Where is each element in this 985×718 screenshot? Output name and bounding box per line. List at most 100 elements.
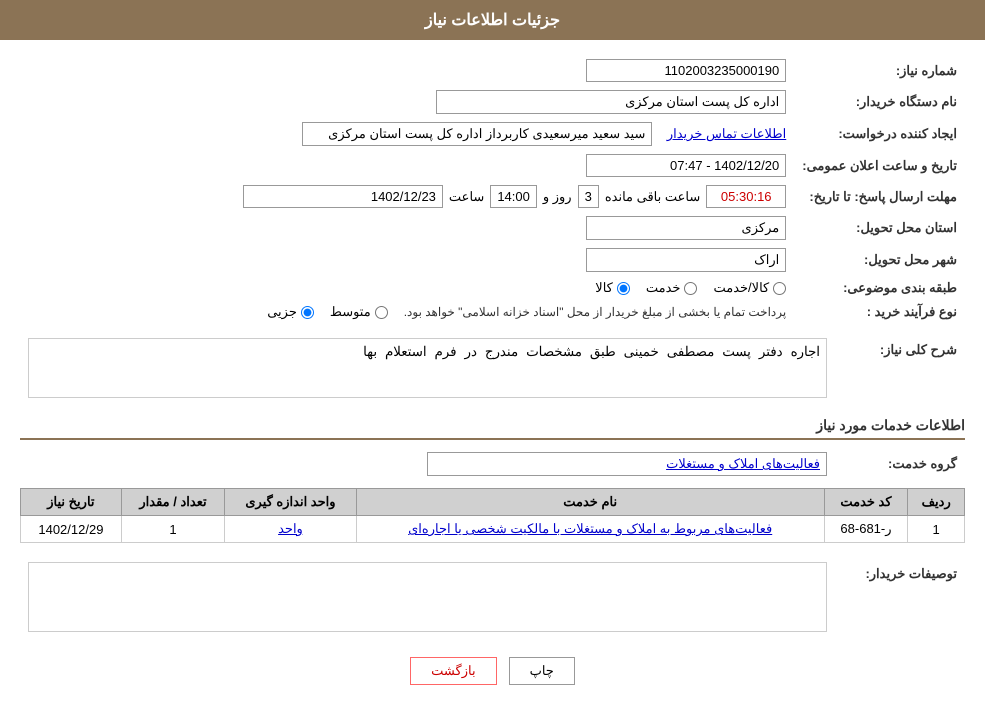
category-option-goods[interactable]: کالا — [595, 280, 630, 296]
page-header: جزئیات اطلاعات نیاز — [0, 0, 985, 40]
buyer-notes-value-cell — [20, 558, 835, 639]
buyer-org-row: نام دستگاه خریدار: اداره کل پست استان مر… — [20, 86, 965, 118]
buyer-org-input[interactable]: اداره کل پست استان مرکزی — [436, 90, 786, 114]
purchase-type-text: پرداخت تمام یا بخشی از مبلغ خریدار از مح… — [404, 305, 787, 319]
purchase-label-minor: جزیی — [267, 304, 297, 320]
category-row: طبقه بندی موضوعی: کالا/خدمت خدمت — [20, 276, 965, 300]
deadline-remaining-label: ساعت باقی مانده — [605, 189, 700, 205]
category-label-service: خدمت — [646, 280, 681, 296]
services-table-body: 1 ر-681-68 فعالیت‌های مربوط به املاک و م… — [21, 516, 965, 543]
description-label: شرح کلی نیاز: — [835, 334, 965, 405]
deadline-remaining-input: 05:30:16 — [706, 185, 786, 208]
group-service-row: گروه خدمت: فعالیت‌های املاک و مستغلات — [20, 448, 965, 480]
back-button[interactable]: بازگشت — [410, 657, 496, 685]
category-label-goods: کالا — [595, 280, 613, 296]
city-label: شهر محل تحویل: — [794, 244, 965, 276]
col-service-name: نام خدمت — [356, 489, 824, 516]
category-option-service-goods[interactable]: کالا/خدمت — [713, 280, 786, 296]
group-service-label: گروه خدمت: — [835, 448, 965, 480]
services-section-title: اطلاعات خدمات مورد نیاز — [20, 417, 965, 440]
cell-unit: واحد — [225, 516, 357, 543]
cell-service-name: فعالیت‌های مربوط به املاک و مستغلات با م… — [356, 516, 824, 543]
purchase-radio-minor[interactable] — [301, 306, 314, 319]
province-input[interactable]: مرکزی — [586, 216, 786, 240]
deadline-days-label: روز و — [543, 189, 572, 205]
need-number-label: شماره نیاز: — [794, 55, 965, 86]
announcement-row: تاریخ و ساعت اعلان عمومی: 1402/12/20 - 0… — [20, 150, 965, 181]
announcement-label: تاریخ و ساعت اعلان عمومی: — [794, 150, 965, 181]
description-value-cell: اجاره دفتر پست مصطفی خمینی طبق مشخصات من… — [20, 334, 835, 405]
cell-quantity: 1 — [121, 516, 224, 543]
col-service-code: کد خدمت — [824, 489, 908, 516]
deadline-label: مهلت ارسال پاسخ: تا تاریخ: — [794, 181, 965, 212]
province-value: مرکزی — [20, 212, 794, 244]
need-number-value: 1102003235000190 — [20, 55, 794, 86]
purchase-option-medium[interactable]: متوسط — [330, 304, 388, 320]
description-section: شرح کلی نیاز: اجاره دفتر پست مصطفی خمینی… — [20, 334, 965, 405]
purchase-type-value: پرداخت تمام یا بخشی از مبلغ خریدار از مح… — [20, 300, 794, 324]
deadline-row: مهلت ارسال پاسخ: تا تاریخ: 05:30:16 ساعت… — [20, 181, 965, 212]
print-button[interactable]: چاپ — [509, 657, 575, 685]
province-row: استان محل تحویل: مرکزی — [20, 212, 965, 244]
service-name-link[interactable]: فعالیت‌های مربوط به املاک و مستغلات با م… — [408, 521, 772, 536]
group-service-value: فعالیت‌های املاک و مستغلات — [20, 448, 835, 480]
description-row: شرح کلی نیاز: اجاره دفتر پست مصطفی خمینی… — [20, 334, 965, 405]
purchase-type-label: نوع فرآیند خرید : — [794, 300, 965, 324]
cell-row-number: 1 — [908, 516, 965, 543]
main-content: شماره نیاز: 1102003235000190 نام دستگاه … — [0, 40, 985, 718]
category-radio-goods[interactable] — [617, 282, 630, 295]
col-unit: واحد اندازه گیری — [225, 489, 357, 516]
page-wrapper: جزئیات اطلاعات نیاز شماره نیاز: 11020032… — [0, 0, 985, 718]
buyer-notes-table: توصیفات خریدار: — [20, 558, 965, 639]
category-options: کالا/خدمت خدمت کالا — [20, 276, 794, 300]
cell-service-code: ر-681-68 — [824, 516, 908, 543]
description-table: شرح کلی نیاز: اجاره دفتر پست مصطفی خمینی… — [20, 334, 965, 405]
info-table: شماره نیاز: 1102003235000190 نام دستگاه … — [20, 55, 965, 324]
creator-input: سید سعید میرسعیدی کاربرداز اداره کل پست … — [302, 122, 652, 146]
category-radio-service-goods[interactable] — [773, 282, 786, 295]
creator-row: ایجاد کننده درخواست: اطلاعات تماس خریدار… — [20, 118, 965, 150]
unit-link[interactable]: واحد — [278, 521, 303, 536]
purchase-type-row: نوع فرآیند خرید : پرداخت تمام یا بخشی از… — [20, 300, 965, 324]
services-data-table: ردیف کد خدمت نام خدمت واحد اندازه گیری ت… — [20, 488, 965, 543]
table-row: 1 ر-681-68 فعالیت‌های مربوط به املاک و م… — [21, 516, 965, 543]
group-service-table: گروه خدمت: فعالیت‌های املاک و مستغلات — [20, 448, 965, 480]
group-service-link[interactable]: فعالیت‌های املاک و مستغلات — [666, 456, 820, 471]
col-quantity: تعداد / مقدار — [121, 489, 224, 516]
deadline-inner-row: 05:30:16 ساعت باقی مانده 3 روز و 14:00 س… — [28, 185, 786, 208]
footer-buttons: چاپ بازگشت — [20, 657, 965, 685]
page-title: جزئیات اطلاعات نیاز — [425, 12, 560, 29]
city-input[interactable]: اراک — [586, 248, 786, 272]
deadline-date-input[interactable]: 1402/12/23 — [243, 185, 443, 208]
services-table-header: ردیف کد خدمت نام خدمت واحد اندازه گیری ت… — [21, 489, 965, 516]
need-number-input[interactable]: 1102003235000190 — [586, 59, 786, 82]
announcement-date: 1402/12/20 - 07:47 — [20, 150, 794, 181]
col-row-number: ردیف — [908, 489, 965, 516]
buyer-org-value: اداره کل پست استان مرکزی — [20, 86, 794, 118]
purchase-radio-medium[interactable] — [375, 306, 388, 319]
creator-value: اطلاعات تماس خریدار سید سعید میرسعیدی کا… — [20, 118, 794, 150]
description-textarea[interactable]: اجاره دفتر پست مصطفی خمینی طبق مشخصات من… — [28, 338, 827, 398]
buyer-notes-textarea[interactable] — [28, 562, 827, 632]
purchase-type-inner: پرداخت تمام یا بخشی از مبلغ خریدار از مح… — [28, 304, 786, 320]
creator-label: ایجاد کننده درخواست: — [794, 118, 965, 150]
buyer-notes-label: توصیفات خریدار: — [835, 558, 965, 639]
category-radio-service[interactable] — [684, 282, 697, 295]
province-label: استان محل تحویل: — [794, 212, 965, 244]
deadline-time-input[interactable]: 14:00 — [490, 185, 537, 208]
group-service-input[interactable]: فعالیت‌های املاک و مستغلات — [427, 452, 827, 476]
city-row: شهر محل تحویل: اراک — [20, 244, 965, 276]
city-value: اراک — [20, 244, 794, 276]
purchase-option-minor[interactable]: جزیی — [267, 304, 314, 320]
category-radio-group: کالا/خدمت خدمت کالا — [28, 280, 786, 296]
deadline-days-input[interactable]: 3 — [578, 185, 599, 208]
announcement-date-input[interactable]: 1402/12/20 - 07:47 — [586, 154, 786, 177]
deadline-time-label: ساعت — [449, 189, 484, 205]
creator-link[interactable]: اطلاعات تماس خریدار — [667, 126, 786, 141]
services-header-row: ردیف کد خدمت نام خدمت واحد اندازه گیری ت… — [21, 489, 965, 516]
deadline-value: 05:30:16 ساعت باقی مانده 3 روز و 14:00 س… — [20, 181, 794, 212]
category-label-service-goods: کالا/خدمت — [713, 280, 769, 296]
buyer-org-label: نام دستگاه خریدار: — [794, 86, 965, 118]
category-option-service[interactable]: خدمت — [646, 280, 698, 296]
need-number-row: شماره نیاز: 1102003235000190 — [20, 55, 965, 86]
